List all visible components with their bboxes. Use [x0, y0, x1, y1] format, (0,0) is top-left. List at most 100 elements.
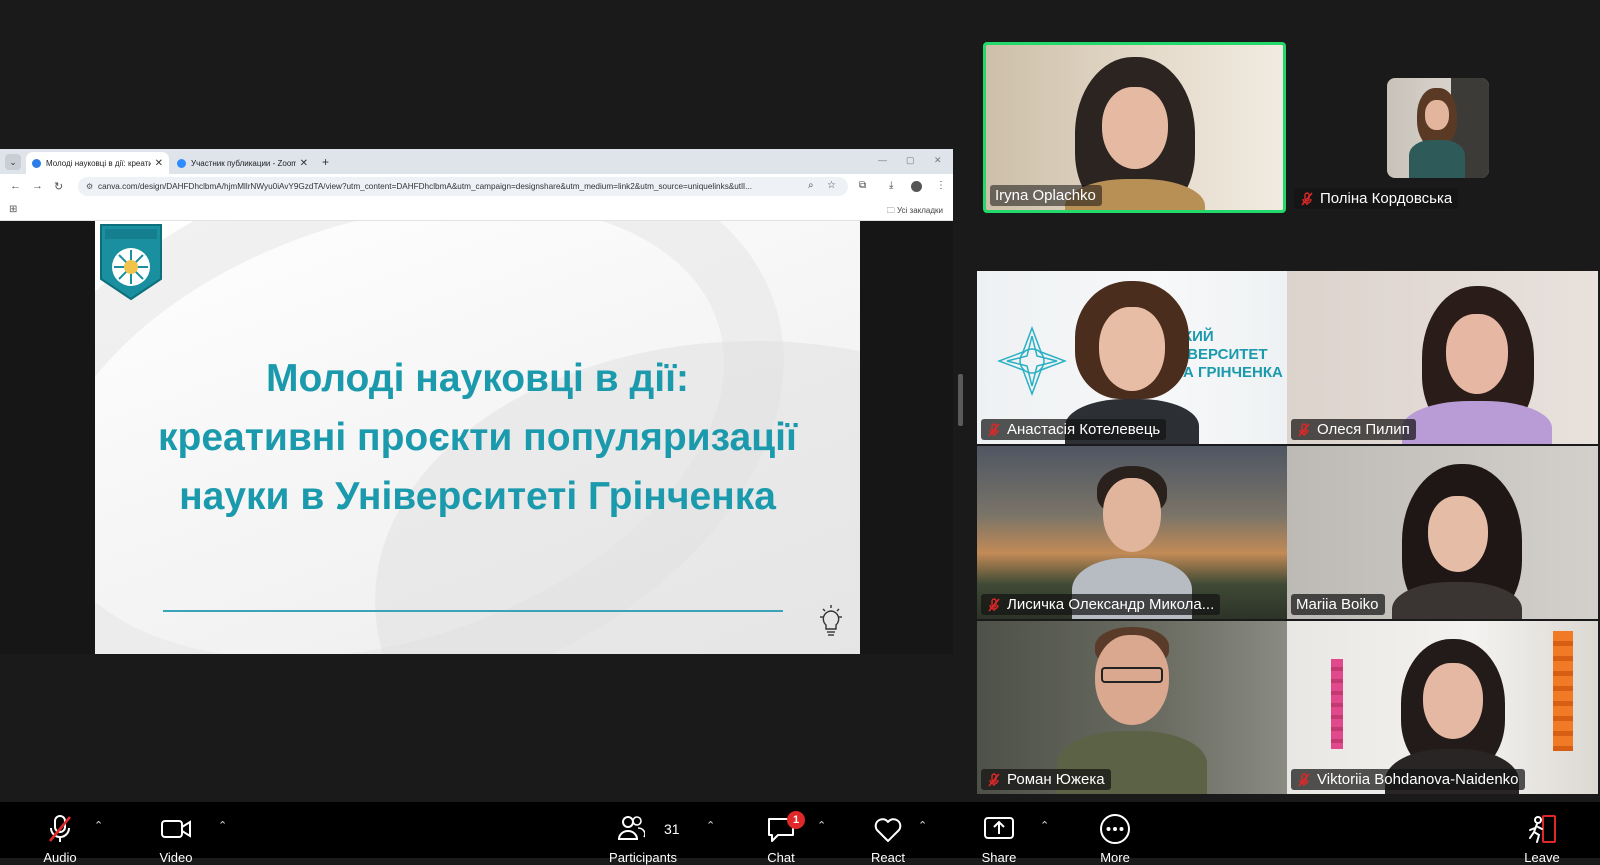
tab-search-icon[interactable]: ⌄	[5, 154, 21, 170]
video-button[interactable]: Video	[146, 802, 206, 865]
chat-unread-badge: 1	[787, 811, 805, 829]
video-tile-mariia-boiko[interactable]: Mariia Boiko	[1287, 446, 1598, 619]
mic-muted-icon	[49, 815, 71, 842]
bookmarks-bar: ⊞ 🗀 Усі закладки	[0, 199, 953, 221]
video-camera-icon	[161, 820, 191, 838]
close-tab-icon[interactable]: ✕	[300, 158, 308, 169]
extensions-icon[interactable]: ⧉	[859, 180, 866, 191]
leave-door-icon	[1529, 815, 1556, 843]
participant-name: Mariia Boiko	[1296, 596, 1379, 613]
reload-icon[interactable]: ↻	[54, 180, 63, 193]
mic-muted-icon	[1298, 422, 1310, 437]
profile-avatar-icon[interactable]	[911, 181, 922, 192]
url-field[interactable]: ⚙ canva.com/design/DAHFDhclbmA/hjmMllrNW…	[78, 177, 848, 196]
mic-muted-icon	[988, 597, 1000, 612]
mic-muted-icon	[988, 772, 1000, 787]
participant-name: Олеся Пилип	[1317, 421, 1410, 438]
download-icon[interactable]: ⤓	[889, 180, 893, 191]
participant-name-label: Mariia Boiko	[1291, 594, 1385, 615]
browser-tab-zoom[interactable]: Участник публикации - Zoom ✕	[171, 152, 314, 174]
zoom-lens-icon[interactable]: ⌕	[808, 180, 814, 191]
close-window-icon[interactable]: ✕	[934, 155, 942, 166]
canva-viewer: Молоді науковці в дії: креативні проєкти…	[0, 221, 953, 654]
participant-name: Роман Южека	[1007, 771, 1105, 788]
mic-muted-icon	[1301, 191, 1313, 206]
react-options-caret[interactable]: ⌃	[918, 819, 927, 832]
participant-name: Поліна Кордовська	[1320, 190, 1453, 207]
back-icon[interactable]: ←	[10, 180, 21, 192]
minimize-icon[interactable]: —	[878, 155, 887, 165]
participants-button[interactable]: 31 Participants	[598, 802, 688, 865]
participant-name: Анастасія Котелевець	[1007, 421, 1161, 438]
tab-title: Молоді науковці в дії: креати	[46, 158, 151, 168]
site-info-icon[interactable]: ⚙	[86, 177, 93, 196]
canva-favicon-icon	[32, 158, 41, 168]
heart-icon	[874, 818, 902, 842]
participant-video	[1382, 464, 1532, 619]
maximize-icon[interactable]: ▢	[906, 155, 915, 166]
participants-count: 31	[664, 821, 680, 837]
new-tab-button[interactable]: +	[322, 155, 329, 169]
audio-options-caret[interactable]: ⌃	[94, 819, 103, 832]
background-decor	[1331, 659, 1343, 749]
split-view-drag-handle[interactable]	[958, 374, 963, 426]
video-options-caret[interactable]: ⌃	[218, 819, 227, 832]
lightbulb-icon	[820, 605, 842, 636]
bookmark-star-icon[interactable]: ☆	[827, 180, 836, 191]
participant-name-label: Iryna Oplachko	[990, 185, 1102, 206]
audio-button[interactable]: Audio	[30, 802, 90, 865]
participant-name-label: Роман Южека	[981, 769, 1111, 790]
video-tile-olesia-pylyp[interactable]: Олеся Пилип	[1287, 271, 1598, 444]
apps-grid-icon[interactable]: ⊞	[9, 204, 17, 215]
slide-title-line: Молоді науковці в дії:	[265, 357, 690, 400]
url-text: canva.com/design/DAHFDhclbmA/hjmMllrNWyu…	[98, 182, 752, 191]
browser-menu-icon[interactable]: ⋮	[936, 180, 946, 191]
chat-button[interactable]: 1 Chat	[751, 802, 811, 865]
presentation-slide: Молоді науковці в дії: креативні проєкти…	[95, 221, 860, 654]
share-screen-icon	[984, 817, 1014, 839]
slide-title-line: науки в Університеті Грінченка	[179, 475, 776, 518]
slide-title: Молоді науковці в дії: креативні проєкти…	[95, 349, 860, 526]
university-shield-logo	[100, 224, 162, 301]
zoom-favicon-icon	[177, 158, 186, 168]
participant-name: Viktoriia Bohdanova-Naidenko	[1317, 771, 1519, 788]
shared-screen: ⌄ Молоді науковці в дії: креати ✕ Участн…	[0, 149, 953, 654]
browser-address-bar: ← → ↻ ⚙ canva.com/design/DAHFDhclbmA/hjm…	[0, 174, 953, 199]
video-tile-roman-yuzheka[interactable]: Роман Южека	[977, 621, 1287, 794]
participant-name-label: Анастасія Котелевець	[981, 419, 1167, 440]
participant-name-label: Олеся Пилип	[1291, 419, 1416, 440]
all-bookmarks-label: Усі закладки	[896, 206, 943, 215]
video-tile-polina-kordovska[interactable]: Поліна Кордовська	[1290, 42, 1598, 213]
more-dots-icon	[1100, 814, 1130, 844]
more-button[interactable]: More	[1085, 802, 1145, 865]
participant-name: Лисичка Олександр Микола...	[1007, 596, 1215, 613]
close-tab-icon[interactable]: ✕	[155, 158, 163, 169]
participant-avatar	[1387, 78, 1489, 178]
video-tile-lysychka-oleksandr[interactable]: Лисичка Олександр Микола...	[977, 446, 1287, 619]
participant-name-label: Поліна Кордовська	[1294, 188, 1459, 209]
share-button[interactable]: Share	[969, 802, 1029, 865]
mic-muted-icon	[988, 422, 1000, 437]
participant-video	[1402, 286, 1552, 444]
video-tile-anastasia-kotelevets[interactable]: КИЙ ІВЕРСИТЕТ А ГРІНЧЕНКА Анастасія Коте…	[977, 271, 1287, 444]
react-button[interactable]: React	[858, 802, 918, 865]
mic-muted-icon	[1298, 772, 1310, 787]
leave-button[interactable]: Leave	[1512, 802, 1572, 865]
browser-tab-strip: ⌄ Молоді науковці в дії: креати ✕ Участн…	[0, 149, 953, 174]
meeting-toolbar: Audio ⌃ Video ⌃ 31 Participants ⌃ 1 Chat…	[0, 802, 1600, 865]
tab-title: Участник публикации - Zoom	[191, 158, 296, 168]
video-tile-viktoriia-bohdanova-naidenko[interactable]: Viktoriia Bohdanova-Naidenko	[1287, 621, 1598, 794]
slide-divider-line	[163, 610, 783, 612]
browser-tab-canva[interactable]: Молоді науковці в дії: креати ✕	[26, 152, 169, 174]
slide-title-line: креативні проєкти популяризації	[158, 416, 797, 459]
participants-options-caret[interactable]: ⌃	[706, 819, 715, 832]
share-options-caret[interactable]: ⌃	[1040, 819, 1049, 832]
video-tile-iryna-oplachko[interactable]: Iryna Oplachko	[983, 42, 1286, 213]
background-decor	[1553, 631, 1573, 751]
forward-icon[interactable]: →	[32, 180, 43, 192]
all-bookmarks-folder[interactable]: 🗀 Усі закладки	[887, 205, 943, 219]
participant-name: Iryna Oplachko	[995, 187, 1096, 204]
participant-name-label: Лисичка Олександр Микола...	[981, 594, 1221, 615]
chat-options-caret[interactable]: ⌃	[817, 819, 826, 832]
participants-icon	[617, 816, 645, 840]
